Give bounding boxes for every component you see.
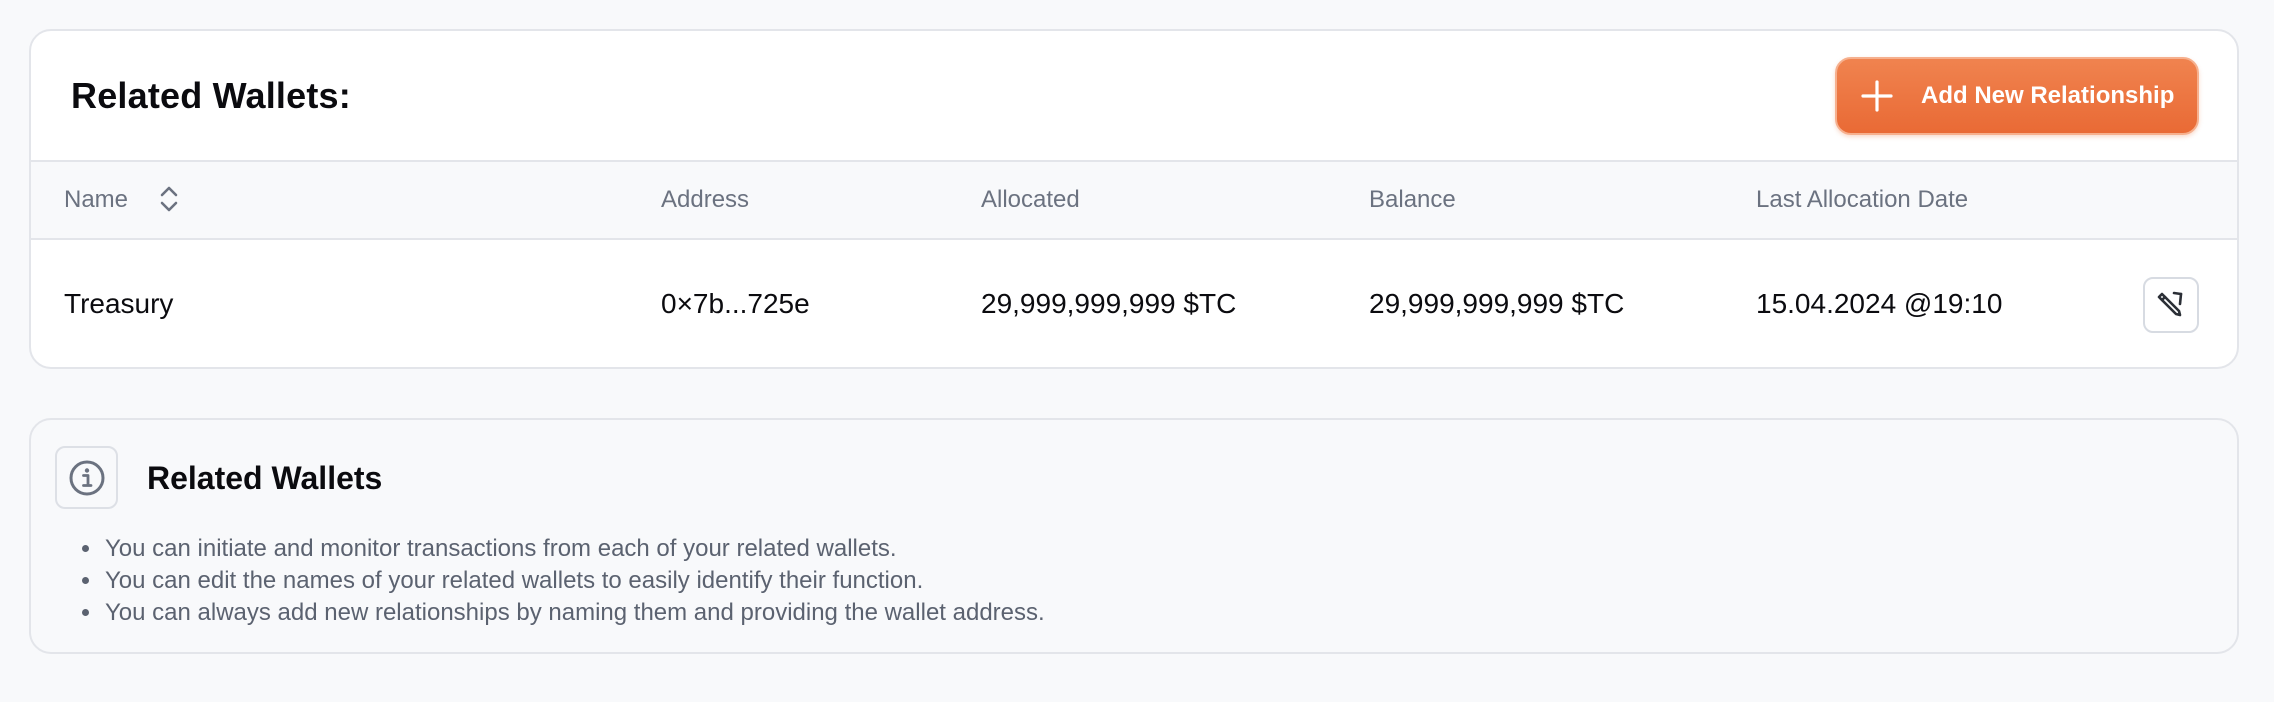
card-header: Related Wallets: Add New Relationship (31, 31, 2237, 162)
table-row: Treasury 0×7b...725e 29,999,999,999 $TC … (31, 240, 2237, 367)
add-new-relationship-button[interactable]: Add New Relationship (1835, 56, 2199, 135)
add-new-relationship-label: Add New Relationship (1921, 81, 2175, 109)
info-title: Related Wallets (147, 460, 383, 496)
edit-wallet-button[interactable] (2143, 277, 2199, 333)
header-allocated: Allocated (981, 186, 1080, 213)
plus-icon (1861, 79, 1893, 112)
wallet-address: 0×7b...725e (661, 288, 810, 319)
info-list-item: You can edit the names of your related w… (103, 565, 1045, 597)
info-icon-box (55, 446, 118, 509)
sort-icon[interactable] (159, 185, 179, 213)
info-icon (69, 460, 104, 495)
header-last-allocation-date: Last Allocation Date (1756, 186, 1969, 213)
card-title: Related Wallets: (71, 74, 351, 116)
info-list-item: You can initiate and monitor transaction… (103, 533, 1045, 565)
edit-pencil-icon (2157, 291, 2183, 317)
header-name[interactable]: Name (64, 186, 179, 214)
related-wallets-card: Related Wallets: Add New Relationship Na… (29, 29, 2239, 369)
info-panel: Related Wallets You can initiate and mon… (29, 418, 2239, 654)
wallet-allocated: 29,999,999,999 $TC (981, 288, 1237, 319)
info-list: You can initiate and monitor transaction… (103, 533, 1045, 629)
info-list-item: You can always add new relationships by … (103, 597, 1045, 629)
wallet-last-allocation-date: 15.04.2024 @19:10 (1756, 288, 2003, 319)
wallet-name: Treasury (64, 288, 174, 319)
table-header: Name Address Allocated Balance Last Allo… (31, 162, 2237, 240)
header-balance: Balance (1369, 186, 1456, 213)
wallet-balance: 29,999,999,999 $TC (1369, 288, 1625, 319)
header-address: Address (661, 186, 750, 213)
